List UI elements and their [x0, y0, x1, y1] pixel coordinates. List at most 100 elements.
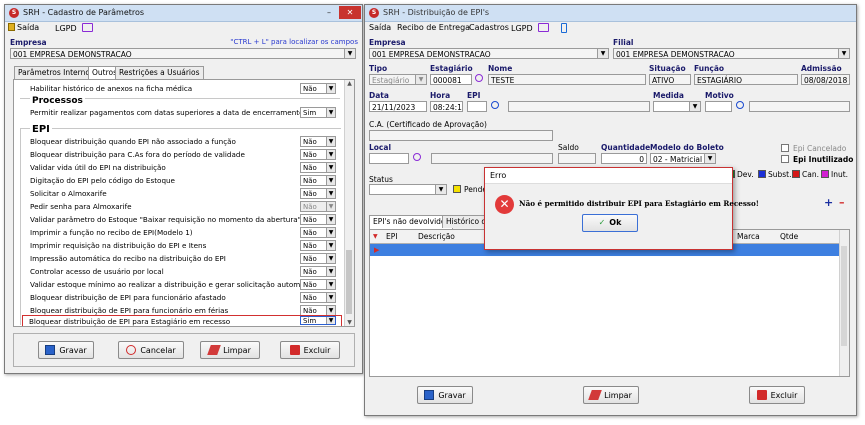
date-input[interactable]: 21/11/2023: [369, 101, 427, 112]
param-row: Solicitar o Almoxarife Não ▼: [14, 188, 346, 199]
save-button[interactable]: Gravar: [417, 386, 473, 404]
param-select[interactable]: Não ▼: [300, 240, 336, 251]
minimize-button[interactable]: –: [320, 6, 338, 19]
chevron-down-icon: ▼: [689, 102, 700, 111]
monitor-icon: [538, 23, 550, 32]
type-select[interactable]: Estagiário ▼: [369, 74, 427, 85]
legend-inut-label: Inut.: [831, 170, 849, 179]
status-label: Status: [369, 175, 393, 184]
type-value: Estagiário: [372, 76, 410, 85]
shortcut-hint: "CTRL + L" para localizar os campos: [230, 38, 358, 46]
param-row: Controlar acesso de usuário por local Não…: [14, 266, 346, 277]
clear-button[interactable]: Limpar: [200, 341, 260, 359]
lgpd-label: LGPD: [511, 24, 533, 33]
tab-internal-parameters[interactable]: Parâmetros Internos: [14, 66, 98, 79]
param-select[interactable]: Não ▼: [300, 279, 336, 290]
exit-menu[interactable]: Saída: [8, 23, 39, 32]
param-select[interactable]: Não ▼: [300, 188, 336, 199]
row-indicator-icon: ▶: [374, 246, 380, 254]
param-select[interactable]: Não ▼: [300, 175, 336, 186]
time-label: Hora: [430, 91, 451, 100]
param-row: Validar parâmetro do Estoque "Baixar req…: [14, 214, 346, 225]
receipt-menu[interactable]: Recibo de Entrega: [397, 23, 470, 32]
role-label: Função: [694, 64, 725, 73]
param-select[interactable]: Não ▼: [300, 149, 336, 160]
legend-can-label: Can.: [802, 170, 819, 179]
param-label: Bloquear distribuição de EPI para Estagi…: [29, 317, 231, 326]
section-processos: Processos: [30, 96, 85, 106]
reason-input[interactable]: [705, 101, 732, 112]
grid-header-qty[interactable]: Qtde: [780, 232, 798, 241]
company-select[interactable]: 001 EMPRESA DEMONSTRACAO ▼: [10, 48, 356, 59]
add-icon[interactable]: +: [824, 196, 833, 209]
close-button[interactable]: ✕: [339, 6, 361, 19]
param-select[interactable]: Não ▼: [300, 227, 336, 238]
company-select[interactable]: 001 EMPRESA DEMONSTRACAO ▼: [369, 48, 609, 59]
button-bar: Gravar Cancelar Limpar Excluir: [13, 333, 355, 367]
tab-user-restrictions[interactable]: Restrições a Usuários: [115, 66, 204, 79]
remove-icon[interactable]: –: [839, 196, 845, 209]
param-row: Bloquear distribuição para C.As fora do …: [14, 149, 346, 160]
balance-label: Saldo: [558, 143, 579, 152]
param-select[interactable]: Não ▼: [300, 266, 336, 277]
lgpd-menu[interactable]: LGPD: [55, 23, 94, 33]
param-select[interactable]: Sim ▼: [300, 107, 336, 118]
branch-select[interactable]: 001 EMPRESA DEMONSTRACAO ▼: [613, 48, 850, 59]
quantity-input[interactable]: 0: [601, 153, 647, 164]
epi-unused-checkbox[interactable]: [781, 155, 789, 163]
receipt-model-select[interactable]: 02 - Matricial ▼: [650, 153, 716, 164]
local-input[interactable]: [369, 153, 409, 164]
epi-input[interactable]: [467, 101, 487, 112]
param-select[interactable]: Não ▼: [300, 253, 336, 264]
measure-select[interactable]: ▼: [653, 101, 701, 112]
param-select[interactable]: Não ▼: [300, 162, 336, 173]
intern-input[interactable]: 000081: [430, 74, 472, 85]
epi-cancelled-checkbox[interactable]: [781, 144, 789, 152]
search-icon[interactable]: [475, 74, 483, 82]
dialog-titlebar: Erro: [485, 168, 732, 184]
dialog-title: Erro: [490, 171, 507, 180]
params-scrollbar[interactable]: ▲ ▼: [344, 80, 354, 326]
param-select[interactable]: Não ▼: [300, 214, 336, 225]
grid-header-brand[interactable]: Marca: [737, 232, 760, 241]
epi-unused-label: Epi Inutilizado: [793, 155, 854, 164]
param-label: Digitação do EPI pelo código do Estoque: [30, 176, 175, 185]
cancel-button[interactable]: Cancelar: [118, 341, 184, 359]
ca-label: C.A. (Certificado de Aprovação): [369, 120, 487, 129]
ok-button[interactable]: ✓ Ok: [582, 214, 638, 232]
scroll-thumb[interactable]: [841, 246, 847, 346]
grid-header-description[interactable]: Descrição: [418, 232, 455, 241]
tab-epis-not-returned[interactable]: EPI's não devolvidos: [369, 215, 454, 229]
scroll-thumb[interactable]: [346, 250, 352, 314]
measure-label: Medida: [653, 91, 684, 100]
param-select[interactable]: Não ▼: [300, 136, 336, 147]
delete-button[interactable]: Excluir: [280, 341, 340, 359]
menu-bar: Saída Recibo de Entrega Cadastros LGPD: [365, 22, 856, 35]
chevron-down-icon: ▼: [326, 267, 335, 276]
records-menu[interactable]: Cadastros: [469, 23, 509, 32]
exit-menu[interactable]: Saída: [369, 23, 391, 32]
grid-scrollbar[interactable]: [839, 230, 849, 376]
grid-header-epi[interactable]: EPI: [386, 232, 397, 241]
search-icon[interactable]: [413, 153, 421, 161]
save-button[interactable]: Gravar: [38, 341, 94, 359]
param-row: Imprimir requisição na distribuição do E…: [14, 240, 346, 251]
param-select[interactable]: Não ▼: [300, 83, 336, 94]
status-select[interactable]: ▼: [369, 184, 447, 195]
delete-button[interactable]: Excluir: [749, 386, 805, 404]
type-label: Tipo: [369, 64, 388, 73]
lgpd-menu[interactable]: LGPD: [511, 23, 550, 33]
date-label: Data: [369, 91, 389, 100]
param-select[interactable]: Não ▼: [300, 292, 336, 303]
param-select[interactable]: Não ▼: [300, 201, 336, 212]
param-select[interactable]: Sim ▼: [300, 316, 336, 325]
param-label: Bloquear distribuição de EPI para funcio…: [30, 306, 229, 315]
search-icon[interactable]: [736, 101, 744, 109]
error-dialog: Erro ✕ Não é permitido distribuir EPI pa…: [484, 167, 759, 250]
search-icon[interactable]: [491, 101, 499, 109]
time-input[interactable]: 08:24:13: [430, 101, 463, 112]
clear-button[interactable]: Limpar: [583, 386, 639, 404]
legend-can-swatch: [792, 170, 800, 178]
error-message: Não é permitido distribuir EPI para Esta…: [519, 199, 759, 208]
mobile-icon[interactable]: [561, 23, 567, 33]
